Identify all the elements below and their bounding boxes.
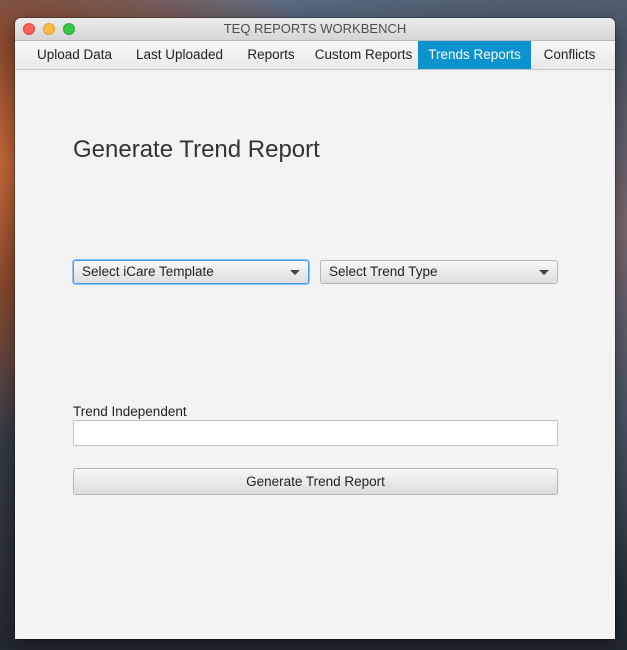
icare-template-select[interactable]: Select iCare Template xyxy=(73,260,309,284)
trend-independent-label: Trend Independent xyxy=(73,404,187,419)
tab-bar: Upload Data Last Uploaded Reports Custom… xyxy=(15,41,615,70)
tab-conflicts[interactable]: Conflicts xyxy=(531,41,608,69)
chevron-down-icon xyxy=(539,270,549,275)
close-window-icon[interactable] xyxy=(23,23,35,35)
window-title: TEQ REPORTS WORKBENCH xyxy=(223,21,407,36)
trend-independent-input[interactable] xyxy=(73,420,558,446)
chevron-down-icon xyxy=(290,270,300,275)
trend-report-panel: Generate Trend Report Select iCare Templ… xyxy=(15,70,615,639)
app-window: TEQ REPORTS WORKBENCH Upload Data Last U… xyxy=(15,18,615,639)
page-title: Generate Trend Report xyxy=(73,136,320,163)
tab-upload-data[interactable]: Upload Data xyxy=(23,41,126,69)
icare-template-select-value: Select iCare Template xyxy=(82,264,214,279)
tab-reports[interactable]: Reports xyxy=(233,41,309,69)
minimize-window-icon[interactable] xyxy=(43,23,55,35)
generate-trend-report-button[interactable]: Generate Trend Report xyxy=(73,468,558,495)
trend-type-select[interactable]: Select Trend Type xyxy=(320,260,558,284)
tab-last-uploaded[interactable]: Last Uploaded xyxy=(126,41,233,69)
title-bar[interactable]: TEQ REPORTS WORKBENCH xyxy=(15,18,615,41)
trend-type-select-value: Select Trend Type xyxy=(329,264,438,279)
maximize-window-icon[interactable] xyxy=(63,23,75,35)
tab-custom-reports[interactable]: Custom Reports xyxy=(309,41,418,69)
tab-trends-reports[interactable]: Trends Reports xyxy=(418,41,531,69)
